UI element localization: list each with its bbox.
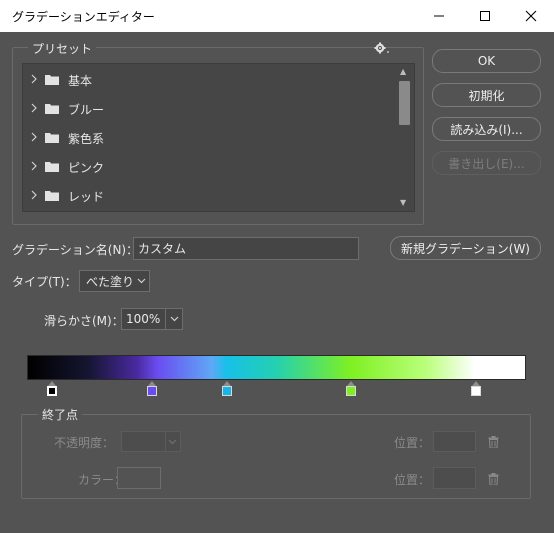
gradient-name-label: グラデーション名(N)：	[12, 243, 139, 257]
preset-label: ピンク	[68, 161, 105, 175]
new-gradient-button[interactable]: 新規グラデーション(W)	[390, 236, 541, 260]
color-stop-swatch	[346, 386, 356, 396]
color-stop[interactable]	[346, 381, 356, 397]
color-stop-swatch	[222, 386, 232, 396]
preset-scrollbar[interactable]: ▲ ▼	[397, 64, 414, 211]
color-stop-swatch	[147, 386, 157, 396]
type-select-value: べた塗り	[86, 274, 135, 289]
gradient-name-input[interactable]: カスタム	[133, 237, 359, 260]
preset-label: 基本	[68, 74, 93, 88]
stops-legend: 終了点	[38, 406, 83, 423]
chevron-right-icon[interactable]	[31, 74, 37, 84]
preset-folder-item[interactable]: レッド	[23, 181, 398, 210]
opacity-field[interactable]	[121, 431, 181, 452]
preset-label: レッド	[68, 190, 105, 204]
presets-legend: プリセット	[28, 40, 97, 57]
maximize-icon	[480, 11, 490, 21]
maximize-button[interactable]	[462, 0, 508, 32]
color-stop[interactable]	[147, 381, 157, 397]
folder-icon	[45, 75, 59, 85]
preset-folder-item[interactable]: ブルー	[23, 94, 398, 123]
type-select[interactable]: べた塗り	[79, 270, 150, 292]
chevron-right-icon[interactable]	[31, 190, 37, 200]
scrollbar-thumb[interactable]	[399, 81, 410, 125]
trash-icon[interactable]	[488, 473, 499, 485]
chevron-right-icon[interactable]	[31, 161, 37, 171]
smoothness-field[interactable]: 100%	[121, 308, 183, 330]
title-bar: グラデーションエディター	[0, 0, 554, 32]
chevron-down-icon	[137, 278, 146, 284]
preset-label: 紫色系	[68, 132, 105, 146]
close-button[interactable]	[508, 0, 554, 32]
preset-folder-item[interactable]: 基本	[23, 65, 398, 94]
smoothness-label: 滑らかさ(M)：	[44, 314, 124, 328]
color-location-input[interactable]	[433, 467, 476, 489]
color-stop[interactable]	[47, 381, 57, 397]
minimize-icon	[434, 15, 444, 17]
folder-icon	[45, 104, 59, 114]
preset-label: ブルー	[68, 103, 105, 117]
color-stop[interactable]	[471, 381, 481, 397]
folder-icon	[45, 133, 59, 143]
preset-folder-item[interactable]: 紫色系	[23, 123, 398, 152]
color-location-label: 位置：	[394, 473, 431, 487]
folder-icon	[45, 162, 59, 172]
smoothness-value: 100%	[126, 312, 161, 326]
preset-folder-item[interactable]: ピンク	[23, 152, 398, 181]
ok-button[interactable]: OK	[432, 49, 541, 73]
window-title: グラデーションエディター	[12, 10, 155, 24]
scroll-down-icon[interactable]: ▼	[400, 198, 406, 207]
export-button[interactable]: 書き出し(E)...	[432, 151, 541, 175]
close-icon	[525, 10, 537, 22]
reset-button[interactable]: 初期化	[432, 83, 541, 107]
gradient-preview-bar[interactable]	[27, 355, 526, 380]
chevron-right-icon[interactable]	[31, 132, 37, 142]
opacity-location-label: 位置：	[394, 436, 431, 450]
gear-icon[interactable]	[374, 42, 390, 57]
minimize-button[interactable]	[416, 0, 462, 32]
folder-icon	[45, 191, 59, 201]
chevron-down-icon[interactable]	[168, 439, 177, 445]
color-stop-swatch	[47, 386, 57, 396]
load-button[interactable]: 読み込み(I)...	[432, 117, 541, 141]
chevron-down-icon[interactable]	[170, 316, 179, 322]
color-stop-swatch	[471, 386, 481, 396]
type-label: タイプ(T)：	[12, 275, 77, 289]
preset-list: 基本 ブルー 紫色系 ピンク レッド	[22, 63, 415, 212]
trash-icon[interactable]	[488, 436, 499, 448]
select-divider	[165, 309, 166, 329]
color-swatch[interactable]	[117, 467, 161, 489]
opacity-label: 不透明度：	[54, 436, 115, 450]
scroll-up-icon[interactable]: ▲	[400, 67, 406, 76]
select-divider	[165, 432, 166, 451]
chevron-right-icon[interactable]	[31, 103, 37, 113]
color-stop[interactable]	[222, 381, 232, 397]
opacity-location-input[interactable]	[433, 431, 476, 452]
